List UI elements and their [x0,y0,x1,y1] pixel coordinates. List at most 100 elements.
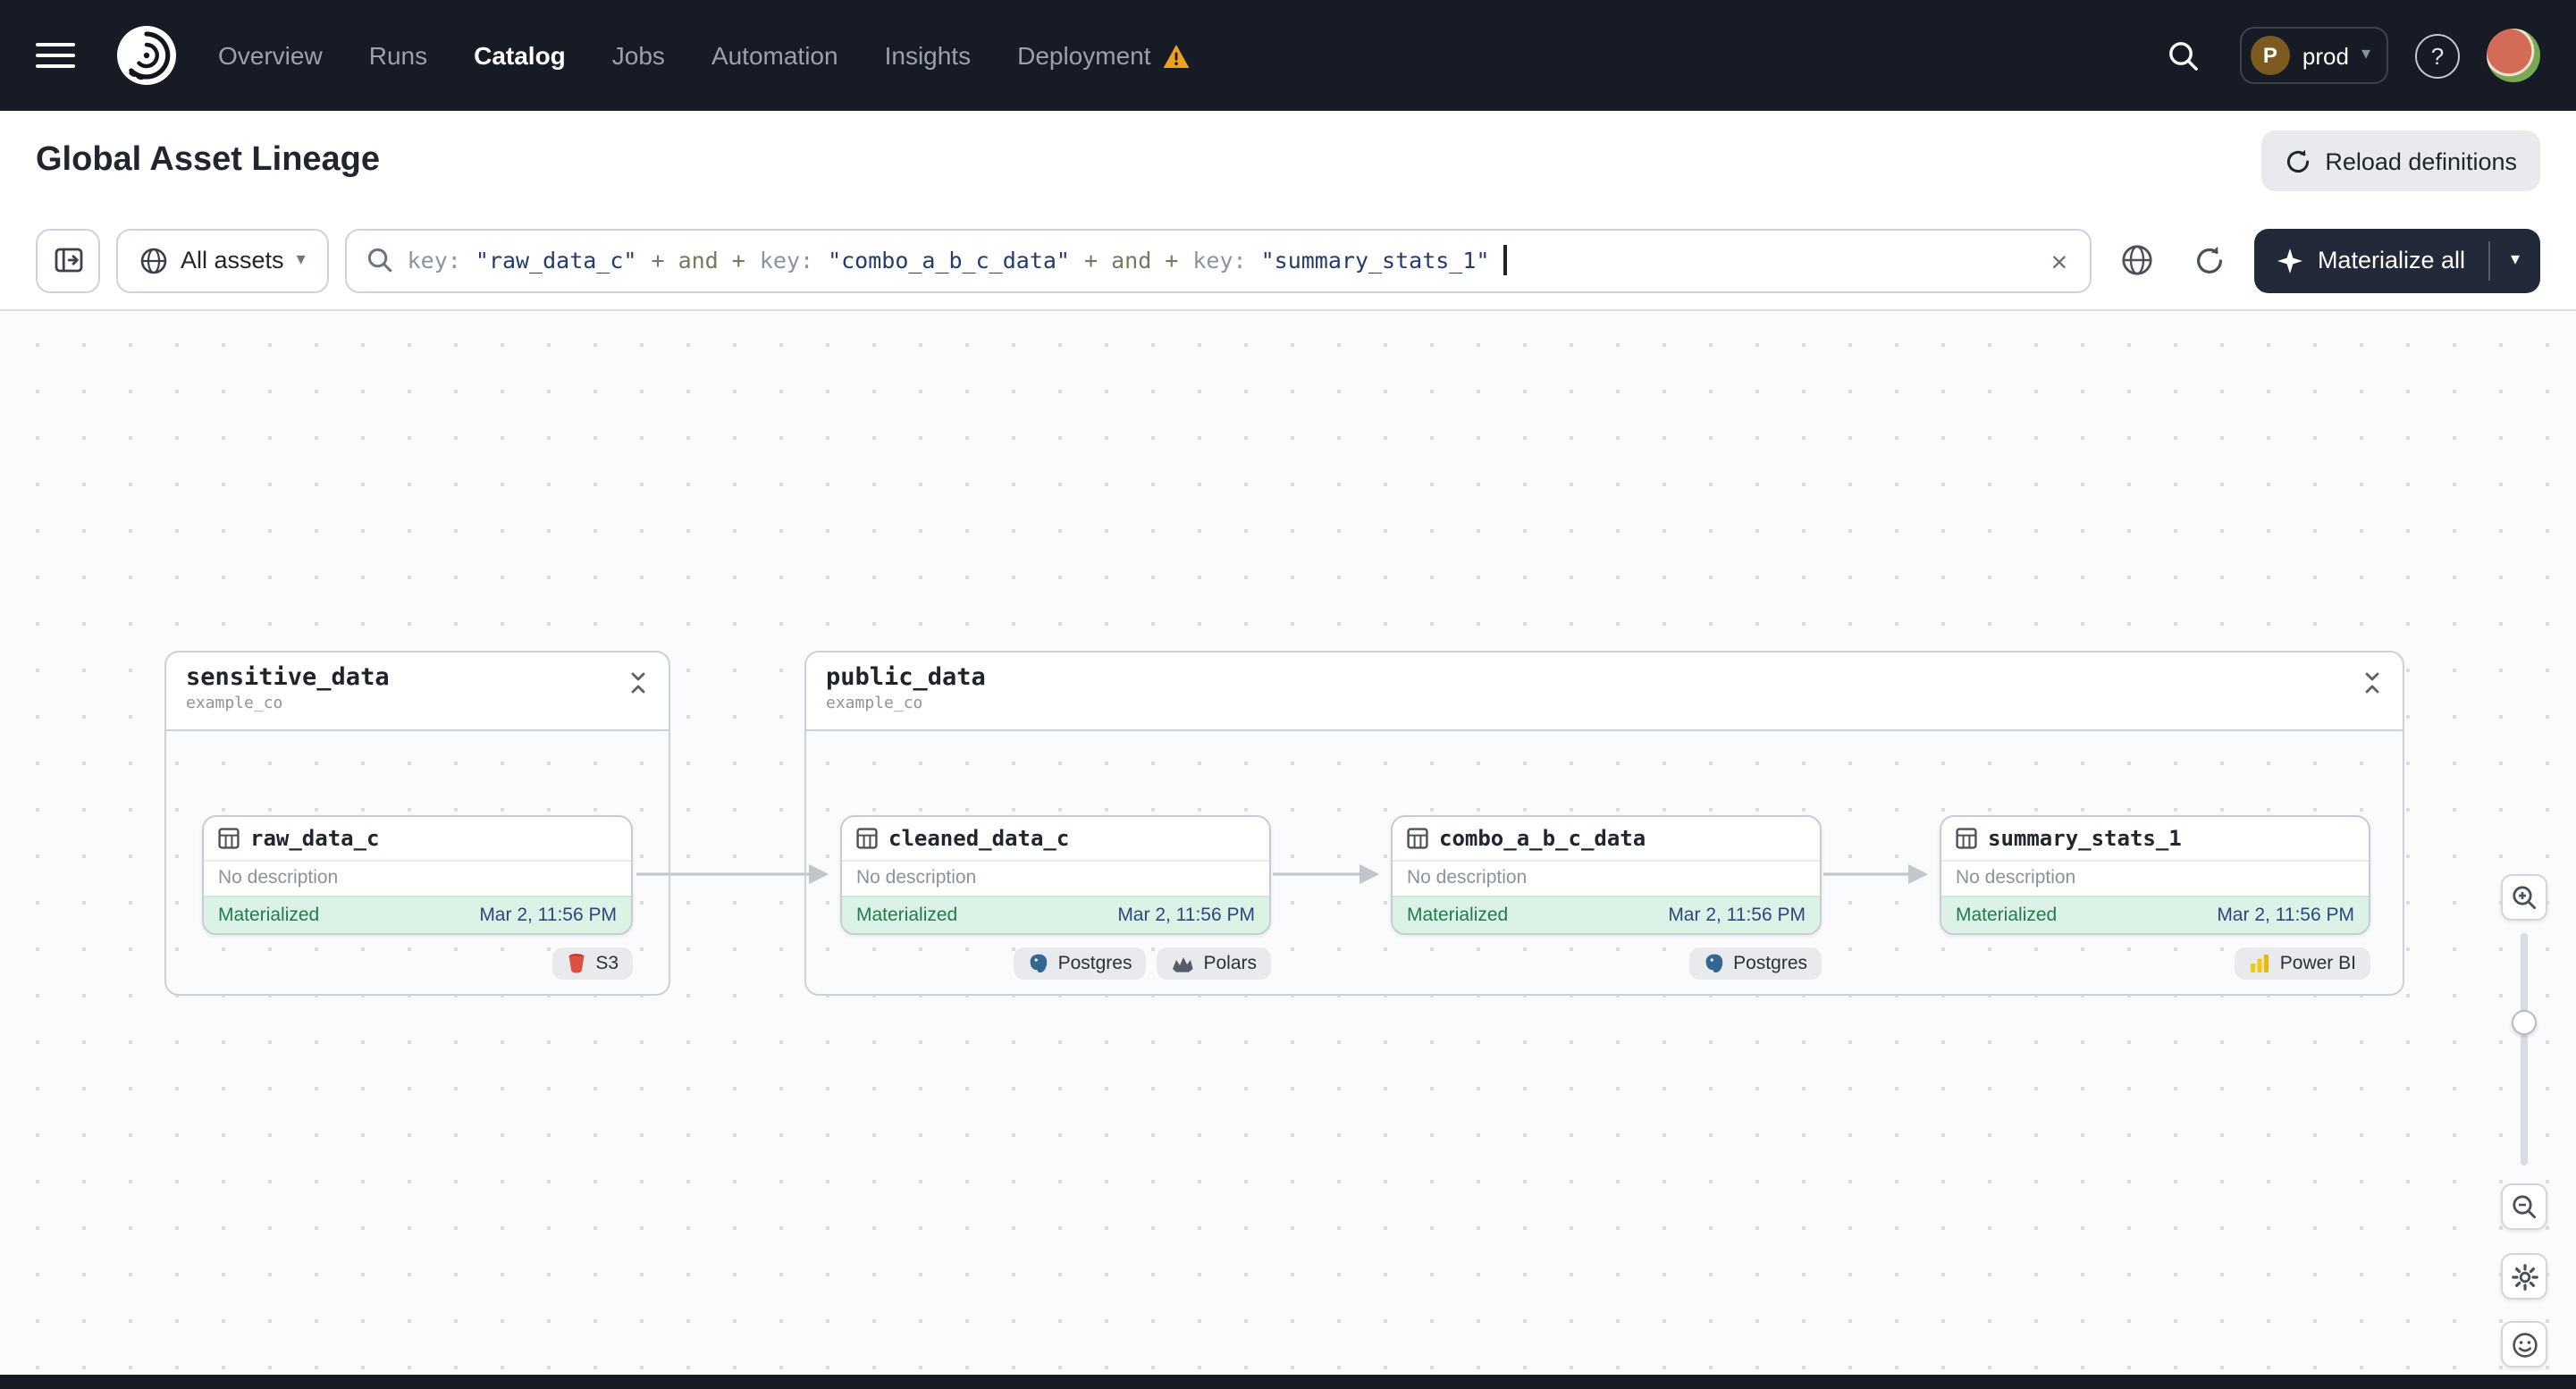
refresh-button[interactable] [2182,232,2239,289]
asset-card[interactable]: combo_a_b_c_data No description Material… [1391,815,1822,935]
deployment-switcher[interactable]: P prod ▾ [2239,27,2388,84]
tag-s3[interactable]: S3 [552,947,633,980]
group-location: example_co [826,695,923,713]
polars-icon [1171,954,1194,973]
zoom-out-button[interactable] [2501,1183,2547,1230]
tag-label: S3 [595,953,619,974]
asset-description: No description [1407,867,1528,888]
tag-label: Postgres [1057,953,1132,974]
materialization-timestamp[interactable]: Mar 2, 11:56 PM [1117,905,1255,926]
app-window: Overview Runs Catalog Jobs Automation In… [0,0,2576,1389]
asset-card[interactable]: cleaned_data_c No description Materializ… [840,815,1271,935]
nav-item-deployment-label: Deployment [1017,41,1151,70]
asset-node-summary-stats-1: summary_stats_1 No description Materiali… [1940,815,2370,980]
materialize-all-button[interactable]: Materialize all [2255,228,2488,292]
table-icon [856,828,878,849]
status-badge: Materialized [1407,905,1509,926]
table-icon [1407,828,1428,849]
warning-icon [1162,42,1191,69]
graph-view-globe-button[interactable] [2109,232,2166,289]
materialize-all-label: Materialize all [2317,247,2465,274]
asset-name: raw_data_c [250,826,380,851]
lineage-toolbar: All assets ▾ key: "raw_data_c" + and + key:… [0,211,2576,311]
chevron-down-icon: ▾ [296,249,306,269]
asset-name: combo_a_b_c_data [1439,826,1646,851]
tag-power-bi[interactable]: Power BI [2235,947,2370,980]
reload-definitions-label: Reload definitions [2325,147,2517,174]
group-header[interactable]: sensitive_data example_co [166,652,669,731]
nav-item-catalog[interactable]: Catalog [474,41,566,70]
menu-icon[interactable] [36,43,75,68]
status-badge: Materialized [1956,905,2058,926]
materialization-timestamp[interactable]: Mar 2, 11:56 PM [479,905,617,926]
zoom-slider[interactable] [2521,933,2528,1166]
table-icon [1956,828,1977,849]
collapse-group-icon[interactable] [2361,672,2383,694]
sparkle-icon [2277,248,2303,273]
primary-nav: Overview Runs Catalog Jobs Automation In… [218,41,1191,70]
tag-polars[interactable]: Polars [1157,947,1271,980]
dagster-logo-icon[interactable] [114,23,179,88]
bottom-bar [0,1375,2576,1389]
group-title: sensitive_data [186,663,390,692]
asset-tags: Postgres Polars [840,947,1271,980]
materialize-options-button[interactable]: ▾ [2490,228,2540,292]
nav-item-insights[interactable]: Insights [885,41,972,70]
asset-tags: Postgres [1391,947,1822,980]
reload-definitions-button[interactable]: Reload definitions [2260,130,2540,191]
help-icon[interactable]: ? [2415,33,2460,78]
group-title: public_data [826,663,986,692]
tag-label: Postgres [1733,953,1807,974]
asset-name: summary_stats_1 [1988,826,2182,851]
asset-description: No description [856,867,977,888]
lineage-canvas[interactable]: sensitive_data example_co public_data ex… [0,311,2576,1375]
page-header: Global Asset Lineage Reload definitions [0,111,2576,211]
nav-item-deployment[interactable]: Deployment [1017,41,1190,70]
asset-tags: Power BI [1940,947,2370,980]
asset-scope-dropdown[interactable]: All assets ▾ [116,228,329,292]
group-header[interactable]: public_data example_co [806,652,2403,731]
tag-postgres[interactable]: Postgres [1688,947,1822,980]
chevron-down-icon: ▾ [2510,249,2521,269]
nav-item-automation[interactable]: Automation [711,41,838,70]
user-avatar[interactable] [2487,29,2540,82]
graph-settings-button[interactable] [2501,1253,2547,1300]
clear-query-icon[interactable]: ✕ [2048,244,2071,276]
feedback-button[interactable] [2501,1321,2547,1368]
open-left-panel-button[interactable] [36,228,100,292]
query-value: "summary_stats_1" [1260,247,1490,274]
query-operator: + and + [1084,247,1179,274]
asset-status-row: Materialized Mar 2, 11:56 PM [1393,896,1820,933]
status-badge: Materialized [218,905,320,926]
asset-selection-input[interactable]: key: "raw_data_c" + and + key: "combo_a_b_c_… [344,228,2092,292]
zoom-slider-thumb[interactable] [2512,1010,2537,1035]
postgres-icon [1703,953,1724,974]
powerbi-icon [2250,953,2271,974]
search-icon[interactable] [2156,27,2213,84]
nav-item-jobs[interactable]: Jobs [612,41,665,70]
tag-postgres[interactable]: Postgres [1013,947,1147,980]
collapse-group-icon[interactable] [627,672,649,694]
nav-item-runs[interactable]: Runs [369,41,427,70]
query-key: key: [407,247,461,274]
asset-name: cleaned_data_c [888,826,1070,851]
nav-item-overview[interactable]: Overview [218,41,323,70]
chevron-down-icon: ▾ [2361,45,2370,64]
asset-scope-label: All assets [181,247,284,274]
asset-tags: S3 [202,947,633,980]
zoom-in-button[interactable] [2501,874,2547,921]
asset-status-row: Materialized Mar 2, 11:56 PM [842,896,1269,933]
query-value: "raw_data_c" [475,247,637,274]
tag-label: Polars [1203,953,1257,974]
text-cursor [1503,245,1507,275]
query-value: "combo_a_b_c_data" [828,247,1070,274]
globe-icon [139,246,168,274]
page-title: Global Asset Lineage [36,141,381,179]
materialization-timestamp[interactable]: Mar 2, 11:56 PM [1668,905,1806,926]
asset-card[interactable]: summary_stats_1 No description Materiali… [1940,815,2370,935]
query-operator: + and + [651,247,745,274]
materialization-timestamp[interactable]: Mar 2, 11:56 PM [2217,905,2354,926]
status-badge: Materialized [856,905,958,926]
asset-card[interactable]: raw_data_c No description Materialized M… [202,815,633,935]
prod-avatar: P [2250,36,2290,75]
